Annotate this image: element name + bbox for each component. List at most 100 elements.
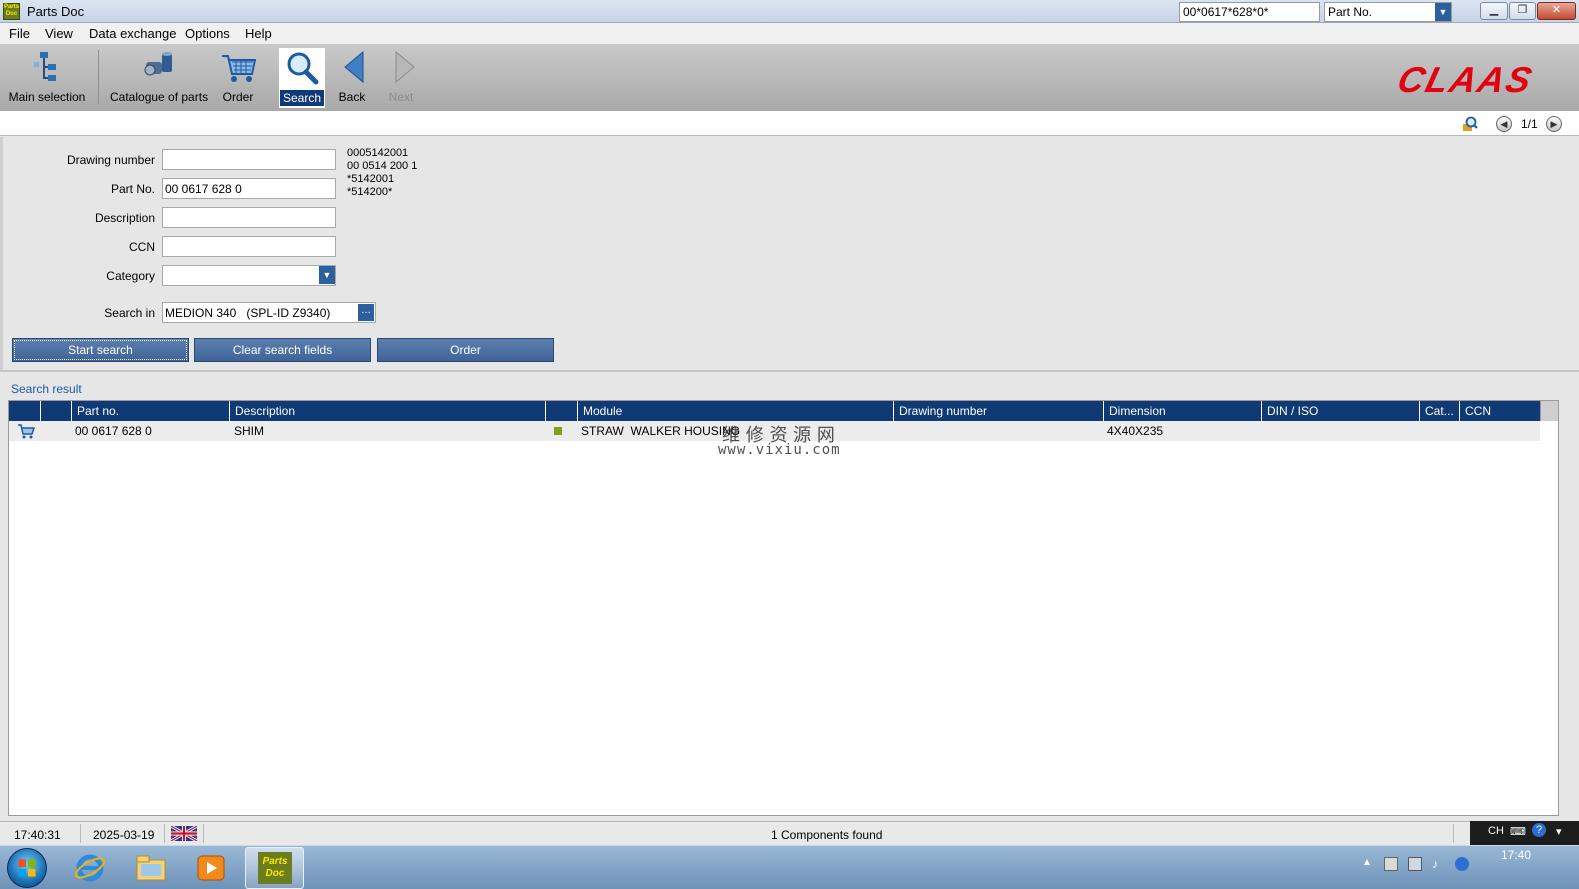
status-time: 17:40:31: [14, 828, 61, 842]
column-header-blank[interactable]: [41, 401, 72, 421]
drawing-number-field[interactable]: [162, 149, 336, 170]
description-field[interactable]: [162, 207, 336, 228]
menu-file[interactable]: File: [9, 26, 30, 41]
cell-cat: [1421, 421, 1427, 441]
hint-example-4: *514200*: [347, 186, 393, 198]
windows-start-button[interactable]: [7, 848, 47, 888]
order-button[interactable]: Order: [377, 338, 554, 362]
volume-icon[interactable]: ♪: [1432, 857, 1446, 871]
column-header-status[interactable]: [546, 401, 578, 421]
taskbar: Parts Doc ▲ ♪ 17:40: [0, 845, 1579, 889]
column-header-module[interactable]: Module: [578, 401, 894, 421]
show-hidden-icons-icon[interactable]: ▲: [1362, 857, 1376, 871]
status-divider: [80, 824, 81, 843]
arrow-right-icon: [395, 50, 415, 84]
previous-page-icon[interactable]: ◀: [1496, 116, 1512, 132]
column-header-part-no[interactable]: Part no.: [72, 401, 230, 421]
cell-ccn: [1461, 421, 1467, 441]
windows-logo-icon: [18, 859, 36, 877]
drawing-number-label: Drawing number: [66, 153, 155, 167]
minimize-button[interactable]: ▁: [1480, 2, 1508, 20]
parts-catalogue-icon: [144, 52, 172, 76]
uk-flag-icon[interactable]: [171, 826, 197, 841]
add-to-cart-icon[interactable]: [17, 423, 35, 439]
main-selection-button[interactable]: Main selection: [8, 48, 86, 108]
close-button[interactable]: ✕: [1537, 2, 1576, 20]
column-header-description[interactable]: Description: [230, 401, 546, 421]
start-search-button[interactable]: Start search: [12, 338, 189, 362]
ccn-field[interactable]: [162, 236, 336, 257]
keyboard-icon[interactable]: ⌨: [1510, 825, 1526, 838]
shopping-cart-icon: [222, 55, 257, 82]
quick-search-type-select[interactable]: Part No. ▼: [1324, 2, 1452, 22]
menu-help[interactable]: Help: [245, 26, 272, 41]
media-player-icon[interactable]: [193, 850, 229, 886]
language-bar: CH ⌨ ? ▾: [1470, 821, 1579, 845]
column-header-cat[interactable]: Cat...: [1420, 401, 1460, 421]
pager-text: 1/1: [1521, 117, 1538, 131]
parts-doc-taskbar-button[interactable]: Parts Doc: [245, 847, 304, 889]
quick-search-icon[interactable]: [1461, 115, 1479, 133]
module-status-indicator: [554, 427, 562, 435]
hint-example-3: *5142001: [347, 173, 395, 185]
column-header-ccn[interactable]: CCN: [1460, 401, 1540, 421]
search-toolbar-label: Search: [280, 90, 324, 106]
status-message: 1 Components found: [771, 828, 883, 842]
search-in-field[interactable]: MEDION 340 (SPL-ID Z9340) …: [162, 302, 376, 323]
chevron-down-icon[interactable]: ▾: [1556, 825, 1562, 838]
cell-din-iso: [1263, 421, 1269, 441]
next-label: Next: [388, 90, 414, 104]
internet-explorer-icon[interactable]: [72, 850, 108, 886]
cell-part-no: 00 0617 628 0: [75, 424, 152, 438]
watermark-url: www.vixiu.com: [718, 442, 841, 458]
status-date: 2025-03-19: [93, 828, 155, 842]
file-explorer-icon[interactable]: [133, 850, 169, 886]
column-header-cart[interactable]: [9, 401, 41, 421]
column-header-drawing-number[interactable]: Drawing number: [894, 401, 1104, 421]
menu-data-exchange[interactable]: Data exchange: [89, 26, 176, 41]
claas-logo: CLAAS: [1394, 62, 1538, 96]
help-icon[interactable]: ?: [1532, 823, 1546, 837]
table-header: Part no. Description Module Drawing numb…: [9, 401, 1540, 421]
menu-bar: File View Data exchange Options Help: [0, 23, 1579, 44]
toolbar-divider: [98, 50, 99, 104]
clear-search-fields-button[interactable]: Clear search fields: [194, 338, 371, 362]
arrow-left-icon: [344, 50, 364, 84]
network-icon[interactable]: [1408, 857, 1422, 871]
svg-text:CLAAS: CLAAS: [1394, 62, 1538, 96]
main-selection-label: Main selection: [8, 90, 86, 104]
part-no-field[interactable]: 00 0617 628 0: [162, 178, 336, 199]
next-page-icon[interactable]: ▶: [1546, 116, 1562, 132]
menu-options[interactable]: Options: [185, 26, 230, 41]
action-center-icon[interactable]: [1384, 857, 1398, 871]
back-button[interactable]: Back: [337, 48, 367, 108]
menu-view[interactable]: View: [45, 26, 73, 41]
status-divider: [164, 824, 165, 843]
quick-search-bar: [0, 111, 1579, 136]
status-divider: [203, 824, 204, 843]
catalogue-of-parts-button[interactable]: Catalogue of parts: [110, 48, 208, 108]
next-button[interactable]: Next: [386, 48, 416, 108]
search-toolbar-button[interactable]: Search: [279, 48, 325, 108]
table-scrollbar[interactable]: [1540, 401, 1558, 421]
category-select[interactable]: ▼: [162, 265, 336, 286]
category-label: Category: [106, 269, 155, 283]
order-toolbar-label: Order: [222, 90, 254, 104]
language-indicator[interactable]: CH: [1488, 825, 1504, 837]
quick-search-input[interactable]: 00*0617*628*0*: [1179, 2, 1320, 22]
cell-module: STRAW WALKER HOUSING: [581, 424, 741, 438]
hint-example-2: 00 0514 200 1: [347, 160, 418, 172]
catalogue-of-parts-label: Catalogue of parts: [110, 90, 209, 104]
parts-doc-app-icon: Parts Doc: [3, 3, 20, 20]
search-in-label: Search in: [104, 306, 155, 320]
browse-ellipsis-button[interactable]: …: [358, 304, 374, 321]
restore-button[interactable]: ❐: [1509, 2, 1536, 20]
column-header-dimension[interactable]: Dimension: [1104, 401, 1262, 421]
column-header-din-iso[interactable]: DIN / ISO: [1262, 401, 1420, 421]
taskbar-clock[interactable]: 17:40: [1501, 848, 1531, 862]
tree-structure-icon: [34, 52, 56, 81]
cell-description: SHIM: [234, 424, 264, 438]
cell-drawing-number: [895, 421, 901, 441]
power-icon[interactable]: [1455, 857, 1469, 871]
order-toolbar-button[interactable]: Order: [220, 48, 257, 108]
